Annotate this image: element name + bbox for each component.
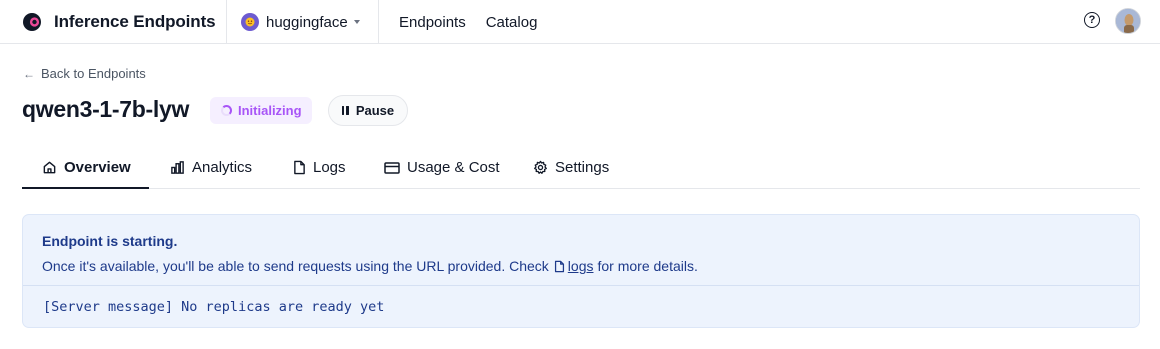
home-icon xyxy=(43,161,56,174)
brand[interactable]: Inference Endpoints xyxy=(22,0,216,44)
user-avatar[interactable] xyxy=(1115,8,1141,34)
divider xyxy=(378,0,379,44)
chevron-down-icon xyxy=(353,20,360,24)
app-name: Inference Endpoints xyxy=(54,12,216,31)
tab-label: Overview xyxy=(64,159,131,176)
top-nav: Endpoints Catalog xyxy=(399,0,537,44)
help-icon[interactable]: ? xyxy=(1084,12,1100,28)
inference-endpoints-logo-icon xyxy=(22,12,42,32)
nav-endpoints[interactable]: Endpoints xyxy=(399,14,466,31)
tab-label: Analytics xyxy=(192,159,253,176)
gear-icon xyxy=(534,160,547,174)
divider xyxy=(23,285,1139,286)
org-avatar xyxy=(241,13,259,31)
alert-body-suffix: for more details. xyxy=(597,258,698,274)
file-icon xyxy=(294,160,305,175)
org-name: huggingface xyxy=(266,13,348,31)
spinner-icon xyxy=(221,105,232,116)
back-to-endpoints-link[interactable]: ← Back to Endpoints xyxy=(23,66,146,81)
nav-catalog[interactable]: Catalog xyxy=(486,14,538,31)
alert-title: Endpoint is starting. xyxy=(42,233,178,249)
tab-overview[interactable]: Overview xyxy=(42,146,131,189)
bar-chart-icon xyxy=(171,161,184,174)
org-switcher[interactable]: huggingface xyxy=(241,0,360,44)
server-message: [Server message] No replicas are ready y… xyxy=(43,299,385,315)
logs-link[interactable]: logs xyxy=(568,258,594,274)
tab-usage-cost[interactable]: Usage & Cost xyxy=(384,146,500,189)
alert-body-prefix: Once it's available, you'll be able to s… xyxy=(42,258,549,274)
pause-button[interactable]: Pause xyxy=(328,95,408,126)
arrow-left-icon: ← xyxy=(23,66,35,81)
status-label: Initializing xyxy=(238,103,302,118)
tab-label: Settings xyxy=(555,159,610,176)
back-label: Back to Endpoints xyxy=(41,66,146,81)
tab-analytics[interactable]: Analytics xyxy=(170,146,252,189)
alert-body: Once it's available, you'll be able to s… xyxy=(42,258,698,274)
active-tab-indicator xyxy=(22,187,149,189)
pause-label: Pause xyxy=(355,103,395,118)
tab-settings[interactable]: Settings xyxy=(533,146,609,189)
top-bar: Inference Endpoints huggingface Endpoint… xyxy=(0,0,1160,44)
tab-bar: Overview Analytics Logs Usage & Cost Set… xyxy=(22,146,1140,189)
endpoint-name: qwen3-1-7b-lyw xyxy=(22,96,190,122)
tab-logs[interactable]: Logs xyxy=(293,146,346,189)
credit-card-icon xyxy=(384,161,400,174)
divider xyxy=(226,0,227,44)
status-alert: Endpoint is starting. Once it's availabl… xyxy=(22,214,1140,328)
tab-label: Usage & Cost xyxy=(407,159,500,176)
file-icon xyxy=(554,260,564,272)
status-badge: Initializing xyxy=(210,97,312,124)
pause-icon xyxy=(341,106,349,115)
tab-label: Logs xyxy=(313,159,346,176)
